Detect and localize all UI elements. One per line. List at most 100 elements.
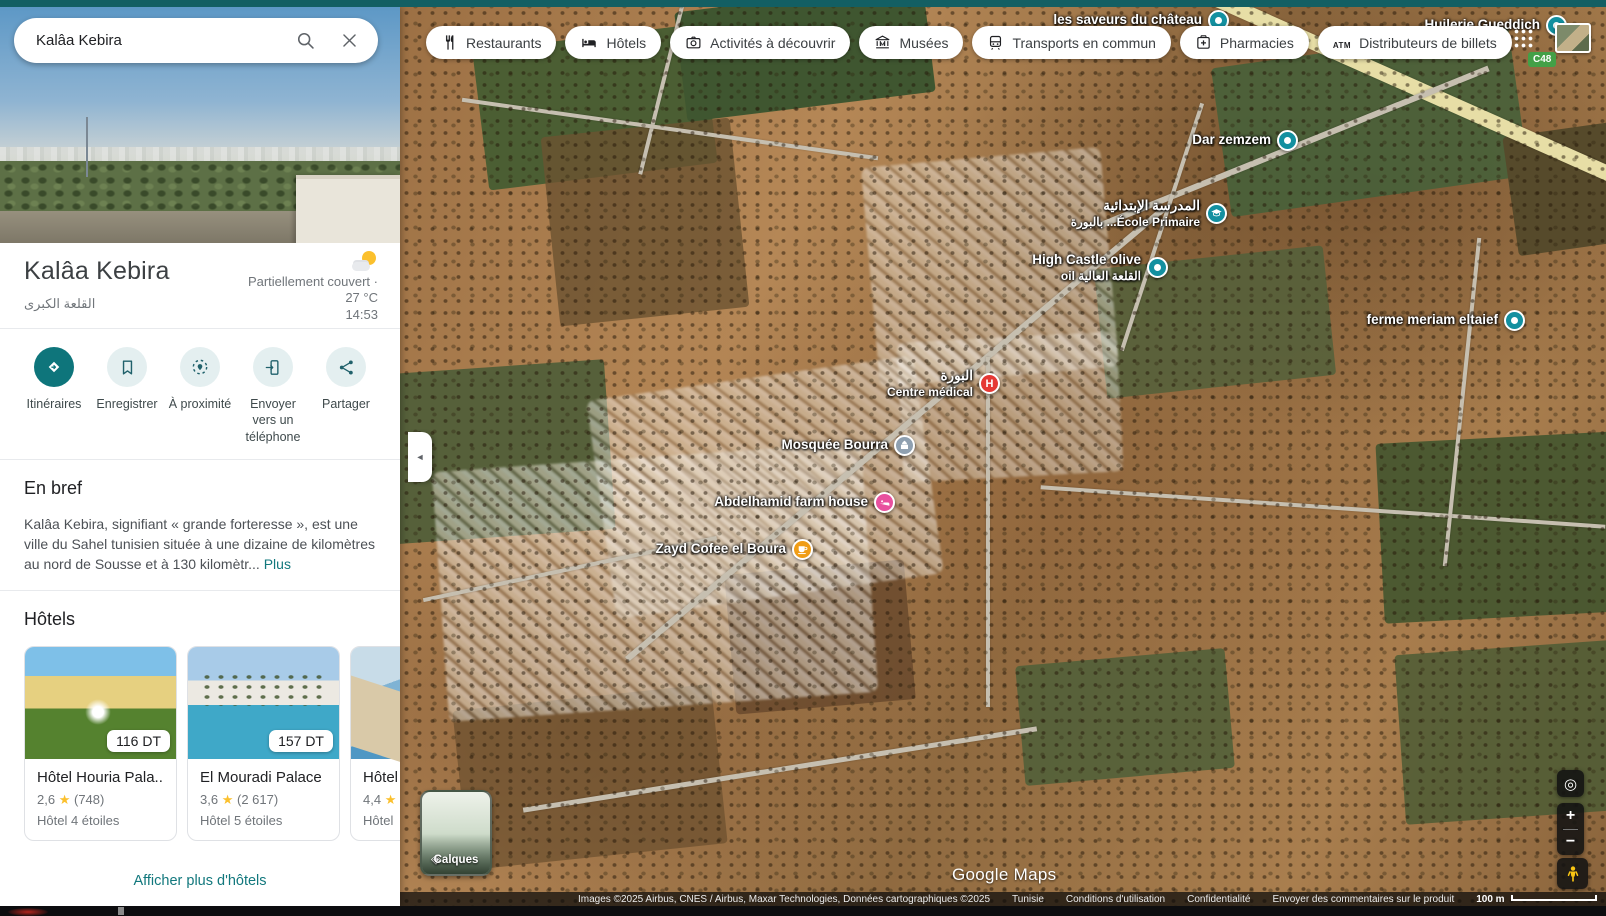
apps-grid-icon[interactable] [1513,28,1533,48]
chip-h-tels[interactable]: Hôtels [565,26,661,59]
scale-bar [1511,895,1597,901]
school-poi-marker[interactable] [1206,203,1227,224]
search-input[interactable] [36,32,292,49]
plain-poi-marker[interactable] [1277,130,1298,151]
scale-label: 100 m [1476,894,1504,905]
chip-restaurants[interactable]: Restaurants [426,26,556,59]
imagery-attribution: Images ©2025 Airbus, CNES / Airbus, Maxa… [578,894,990,905]
chip-pharmacies[interactable]: Pharmacies [1180,26,1309,59]
map-canvas[interactable]: RestaurantsHôtelsActivités à découvrirMM… [400,7,1606,906]
chip-transports-en-commun[interactable]: Transports en commun [972,26,1170,59]
chip-label: Pharmacies [1220,35,1294,51]
hotel-type: Hôtel [363,813,400,828]
atm-icon: ATM [1333,35,1351,51]
marker-label: ferme meriam eltaief [1367,312,1498,329]
hospital-poi-marker[interactable]: H [979,373,1000,394]
transit-icon [987,34,1004,51]
chip-label: Transports en commun [1012,35,1155,51]
pegman-button[interactable] [1557,858,1588,889]
hotel-price-badge: 116 DT [107,730,170,752]
hotel-card[interactable]: 116 DTHôtel Houria Pala...2,6 ★ (748)Hôt… [24,646,177,841]
hotel-type: Hôtel 5 étoiles [200,813,327,828]
plain-poi-marker[interactable] [1147,257,1168,278]
action-label: Envoyer vers un téléphone [237,396,309,445]
map-marker: ferme meriam eltaief [1145,310,1525,331]
marker-label: المدرسة الإبتدائيةبالبورة ...École Prima… [1071,198,1200,230]
star-icon: ★ [385,792,397,807]
mosque-poi-marker[interactable] [894,435,915,456]
map-scale: 100 m [1476,894,1596,905]
action-directions[interactable]: Itinéraires [18,347,90,445]
svg-text:M: M [881,42,885,48]
action-nearby[interactable]: À proximité [164,347,236,445]
photo-thumbnail[interactable] [1555,23,1591,53]
layers-button[interactable]: ◈ Calques [420,790,492,876]
weather-widget[interactable]: Partiellement couvert · 27 °C 14:53 [248,251,378,323]
taskbar-window-marker [118,907,124,915]
more-link[interactable]: Plus [264,556,291,572]
hotel-card[interactable]: 157 DTEl Mouradi Palace3,6 ★ (2 617)Hôte… [187,646,340,841]
map-marker: Dar zemzem [918,130,1298,151]
photo-wall [0,211,300,243]
road-badge: C48 [1528,52,1556,67]
place-photo[interactable] [0,7,400,243]
about-section: En bref Kalâa Kebira, signifiant « grand… [0,459,400,591]
map-marker: Abdelhamid farm house [515,492,895,513]
footer-link[interactable]: Envoyer des commentaires sur le produit [1272,894,1454,905]
layers-button-label: Calques [422,854,490,866]
category-chips: RestaurantsHôtelsActivités à découvrirMM… [426,26,1512,59]
action-bookmark[interactable]: Enregistrer [91,347,163,445]
museum-icon: M [874,34,891,51]
zoom-in-button[interactable]: + [1557,804,1584,829]
window-top-bar [0,0,1606,7]
place-header: Kalâa Kebira القلعة الكبرى Partiellement… [0,243,400,322]
star-icon: ★ [222,792,234,807]
hotel-photo: 157 DT [188,647,339,759]
action-share[interactable]: Partager [310,347,382,445]
footer-link[interactable]: Conditions d'utilisation [1066,894,1165,905]
close-icon[interactable] [336,31,362,50]
map-marker: Zayd Cofee el Boura [433,539,813,560]
chip-label: Musées [899,35,948,51]
chip-distributeurs-de-billets[interactable]: ATMDistributeurs de billets [1318,26,1512,59]
chip-activit-s-d-couvrir[interactable]: Activités à découvrir [670,26,850,59]
photo-building [296,175,400,243]
hotel-icon [580,34,598,52]
taskbar-strip [0,906,1606,916]
marker-label: Mosquée Bourra [781,437,888,454]
map-marker: المدرسة الإبتدائيةبالبورة ...École Prima… [847,198,1227,230]
hotel-name: Hôtel Houria Pala... [37,769,164,786]
search-icon[interactable] [292,30,318,51]
bed-poi-marker[interactable] [874,492,895,513]
collapse-panel-button[interactable]: ◄ [408,432,432,482]
hotels-heading: Hôtels [24,609,400,630]
hotel-photo: 116 DT [25,647,176,759]
restaurant-icon [441,34,458,51]
zoom-out-button[interactable]: − [1557,830,1584,855]
camera-icon [685,34,702,51]
cafe-poi-marker[interactable] [792,539,813,560]
chip-label: Activités à découvrir [710,35,835,51]
action-send-to-phone[interactable]: Envoyer vers un téléphone [237,347,309,445]
marker-label: Abdelhamid farm house [714,494,868,511]
weather-time: 14:53 [248,307,378,323]
my-location-button[interactable]: ◎ [1557,770,1584,797]
marker-label: Dar zemzem [1192,132,1271,149]
plain-poi-marker[interactable] [1504,310,1525,331]
pharmacy-icon [1195,34,1212,51]
marker-label: Zayd Cofee el Boura [655,541,786,558]
hotel-card[interactable]: Hôtel4,4 ★ Hôtel [350,646,400,841]
footer-link[interactable]: Confidentialité [1187,894,1250,905]
nearby-icon [180,347,220,387]
footer-link[interactable]: Tunisie [1012,894,1044,905]
star-icon: ★ [59,792,71,807]
place-panel: Kalâa Kebira القلعة الكبرى Partiellement… [0,7,400,906]
hotel-rating: 3,6 ★ (2 617) [200,792,327,808]
show-more-hotels-link[interactable]: Afficher plus d'hôtels [0,857,400,903]
search-box[interactable] [14,18,378,63]
action-label: Enregistrer [96,396,157,412]
attribution-links: Tunisie Conditions d'utilisation Confident… [990,894,1454,905]
hotel-price-badge: 157 DT [269,730,333,752]
about-heading: En bref [24,478,376,499]
chip-mus-es[interactable]: M Musées [859,26,963,59]
